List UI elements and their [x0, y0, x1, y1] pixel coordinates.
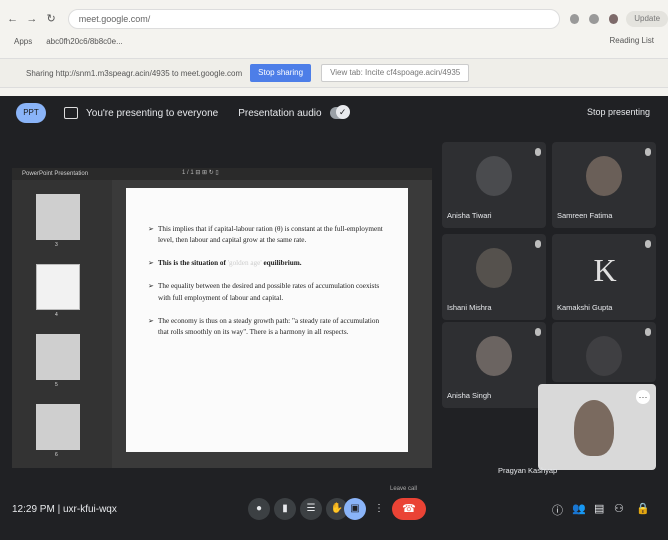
back-icon[interactable]: ← [6, 12, 19, 26]
participant-initial: K [593, 252, 617, 288]
forward-icon[interactable]: → [25, 12, 38, 26]
presenting-status: You're presenting to everyone [86, 107, 219, 119]
people-icon[interactable]: 👥 [572, 502, 586, 515]
participant-tile[interactable]: Anisha Singh [442, 322, 546, 408]
slide-bullet: ➢ This is the situation of 'golden age' e… [148, 259, 302, 268]
participant-video [476, 156, 512, 196]
meet-window: PPT You're presenting to everyone Presen… [0, 96, 668, 540]
participant-video [476, 248, 512, 288]
update-button[interactable]: Update [626, 11, 668, 27]
mic-icon[interactable]: ● [248, 498, 270, 520]
participant-tile[interactable]: Samreen Fatima [552, 142, 656, 228]
extension-icon[interactable] [589, 14, 599, 24]
participant-tile[interactable]: K Kamakshi Gupta [552, 234, 656, 320]
mic-muted-icon [535, 328, 541, 336]
participant-name: Samreen Fatima [557, 211, 613, 220]
self-view-name: Pragyan Kashyap [498, 466, 558, 475]
slide-number: 3 [55, 242, 58, 248]
pip-button[interactable]: PPT [16, 103, 46, 123]
slide-number: 5 [55, 382, 58, 388]
self-view-tile[interactable]: ⋯ [538, 384, 656, 470]
mic-muted-icon [645, 240, 651, 248]
present-now-icon[interactable]: ▣ [344, 498, 366, 520]
slide-bullets: ➢ This implies that if capital-labour rat… [148, 224, 388, 350]
bookmark-item[interactable]: abc0fh20c6/8b8c0e... [46, 37, 123, 46]
presentation-toolbar: 1 / 1 ⊟ ⊞ ↻ ▯ [182, 170, 219, 176]
participant-video [586, 336, 622, 376]
meeting-time: 12:29 PM | uxr-kfui-wqx [12, 504, 117, 515]
browser-chrome: ← → ↻ meet.google.com/ Update Apps abc0f… [0, 0, 668, 96]
participant-name: Anisha Singh [447, 391, 492, 400]
switch-tab-button[interactable]: View tab: Incite cf4spoage.acin/4935 [321, 64, 470, 82]
bookmarks-bar: Apps abc0fh20c6/8b8c0e... [0, 32, 668, 50]
mic-muted-icon [645, 328, 651, 336]
slide-bullet: ➢ The equality between the desired and po… [148, 282, 380, 302]
mic-muted-icon [535, 148, 541, 156]
info-icon[interactable]: ⓘ [552, 502, 563, 518]
participant-video [476, 336, 512, 376]
participant-tile[interactable]: Ishani Mishra [442, 234, 546, 320]
slide-thumbnail[interactable] [36, 194, 80, 240]
captions-icon[interactable]: ☰ [300, 498, 322, 520]
extension-icon[interactable] [569, 14, 580, 24]
stop-presenting-button[interactable]: Stop presenting [587, 107, 650, 117]
chat-icon[interactable]: ▤ [594, 502, 604, 515]
slide-bullet: ➢ The economy is thus on a steady growth … [148, 316, 380, 336]
mic-muted-icon [535, 240, 541, 248]
lock-icon[interactable]: 🔒 [636, 502, 650, 515]
camera-icon[interactable]: ▮ [274, 498, 296, 520]
participant-tile[interactable]: Anisha Tiwari [442, 142, 546, 228]
presentation-audio-toggle[interactable] [329, 105, 350, 119]
meeting-code: uxr-kfui-wqx [62, 504, 117, 515]
address-bar[interactable]: meet.google.com/ [67, 9, 560, 29]
end-call-button[interactable]: ☎ [392, 498, 426, 520]
present-screen-icon [64, 107, 78, 119]
slide-thumbnails: 3 4 5 6 [12, 180, 112, 468]
presentation-audio-label: Presentation audio [238, 107, 322, 119]
avatar[interactable] [608, 14, 619, 24]
participant-name: Kamakshi Gupta [557, 303, 613, 312]
slide-bullet: ➢ This implies that if capital-labour rat… [148, 225, 383, 245]
more-options-icon[interactable]: ⋮ [368, 498, 390, 520]
reading-list[interactable]: Reading List [610, 36, 654, 45]
activities-icon[interactable]: ⚇ [614, 502, 624, 515]
url-bar: ← → ↻ meet.google.com/ Update [0, 6, 668, 32]
participant-name: Anisha Tiwari [447, 211, 492, 220]
mic-muted-icon [645, 148, 651, 156]
bookmark-apps[interactable]: Apps [14, 37, 32, 46]
slide-number: 6 [55, 452, 58, 458]
presenting-bar: PPT You're presenting to everyone Presen… [0, 96, 668, 130]
slide-number: 4 [55, 312, 58, 318]
sharing-text: Sharing http://snm1.m3speagr.acin/4935 t… [26, 68, 243, 78]
participant-video [586, 156, 622, 196]
self-video [574, 400, 614, 456]
slide-thumbnail[interactable] [36, 404, 80, 450]
slide-thumbnail[interactable] [36, 264, 80, 310]
presentation-title: PowerPoint Presentation [12, 168, 432, 180]
sharing-infobar: Sharing http://snm1.m3speagr.acin/4935 t… [0, 58, 668, 88]
current-slide: ➢ This implies that if capital-labour rat… [126, 188, 408, 452]
leave-call-tooltip: Leave call [390, 486, 418, 492]
shared-presentation: PowerPoint Presentation 1 / 1 ⊟ ⊞ ↻ ▯ 3 … [12, 168, 432, 468]
more-options-icon[interactable]: ⋯ [636, 390, 650, 404]
meeting-controls: 12:29 PM | uxr-kfui-wqx Leave call ● ▮ ☰… [0, 484, 668, 540]
slide-thumbnail[interactable] [36, 334, 80, 380]
stop-sharing-button[interactable]: Stop sharing [250, 64, 312, 82]
participant-name: Ishani Mishra [447, 303, 492, 312]
participant-tile[interactable] [552, 322, 656, 382]
reload-icon[interactable]: ↻ [44, 12, 57, 26]
